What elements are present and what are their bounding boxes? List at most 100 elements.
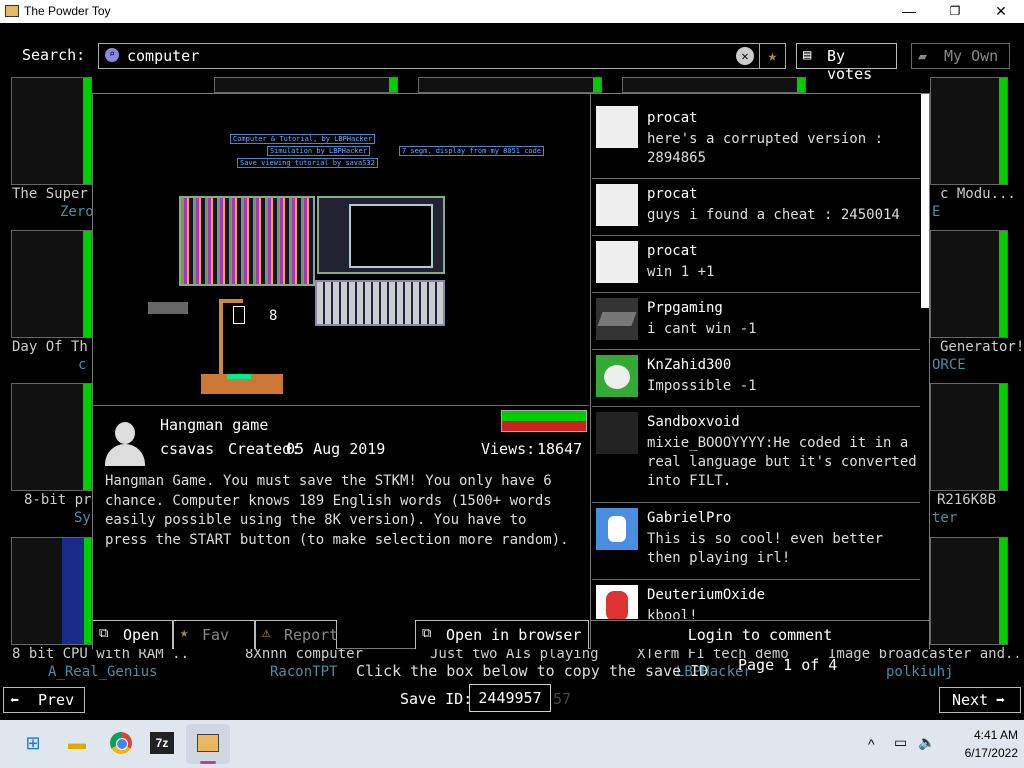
search-label: Search:	[22, 46, 86, 64]
comment-item: GabrielPro This is so cool! even better …	[592, 504, 920, 580]
preview-label: 7 segm. display from my 8051 code	[399, 146, 545, 156]
save-description: Hangman Game. You must save the STKM! Yo…	[105, 473, 569, 548]
comment-user[interactable]: procat	[647, 186, 698, 202]
save-preview-image[interactable]: Computer & Tutorial, by LBPHacker Simula…	[93, 94, 589, 406]
window-title-bar[interactable]: The Powder Toy — ❐ ✕	[0, 0, 1024, 23]
comment-user[interactable]: Sandboxvoid	[647, 414, 740, 430]
chrome-icon[interactable]	[106, 728, 136, 758]
comment-user[interactable]: GabrielPro	[647, 510, 731, 526]
arrow-right-icon: ➡	[996, 691, 1006, 709]
copy-hint: Click the box below to copy the save ID	[356, 662, 709, 680]
open-label: Open	[123, 626, 160, 644]
save-thumbnail[interactable]	[930, 537, 1008, 645]
thumbnail-title: Day Of Th	[12, 339, 88, 355]
save-thumbnail[interactable]	[930, 77, 1008, 185]
chevron-up-icon[interactable]: ^	[868, 736, 875, 752]
user-avatar	[596, 298, 638, 340]
thumbnail-author: Zero	[60, 204, 94, 220]
user-avatar	[596, 106, 638, 148]
vote-down-bar	[502, 421, 586, 431]
powder-toy-app-icon	[5, 5, 19, 17]
favourites-star-icon[interactable]: ★	[759, 44, 785, 68]
thumbnail-author: E	[932, 204, 941, 220]
user-avatar	[596, 184, 638, 226]
search-input[interactable]: ⌕ computer ✕ ★	[98, 43, 786, 69]
next-button[interactable]: Next ➡	[939, 687, 1021, 713]
save-id-box[interactable]: 2449957	[469, 684, 551, 712]
save-id-ghost: 57	[553, 690, 572, 708]
comment-text: mixie_BOOOYYYY:He coded it in a real lan…	[647, 435, 917, 489]
comment-text: here's a corrupted version : 2894865	[647, 131, 884, 166]
comment-user[interactable]: Prpgaming	[647, 300, 723, 316]
thumbnail-title: R216K8B	[937, 492, 997, 508]
clock-date[interactable]: 6/17/2022	[944, 746, 1018, 760]
powder-toy-taskbar-button[interactable]	[186, 724, 230, 764]
warning-icon: ⚠	[262, 625, 271, 641]
comment-user[interactable]: KnZahid300	[647, 357, 731, 373]
sort-label: By votes	[827, 47, 873, 83]
thumbnail-author: ORCE	[932, 357, 966, 373]
author-avatar	[105, 422, 145, 466]
save-thumbnail[interactable]	[11, 383, 92, 491]
comment-user[interactable]: procat	[647, 110, 698, 126]
network-icon[interactable]: ▭	[894, 734, 907, 751]
segment-digit: 8	[269, 308, 278, 324]
grey-block	[148, 302, 188, 314]
thumbnail-title: Generator!	[940, 339, 1024, 355]
comments-scrollbar[interactable]	[921, 94, 929, 308]
thumbnail-author: polkiuhj	[886, 664, 954, 680]
window-title: The Powder Toy	[24, 4, 111, 18]
keyboard	[315, 280, 445, 326]
file-explorer-icon[interactable]: ▬	[62, 728, 92, 758]
taskbar: ⊞ ▬ 7z ^ ▭ 🔈 4:41 AM 6/17/2022	[0, 720, 1024, 768]
save-thumbnail[interactable]	[418, 77, 602, 93]
comment-item: procat here's a corrupted version : 2894…	[592, 100, 920, 179]
fav-button[interactable]: ★ Fav	[173, 620, 255, 649]
cpu-circuit	[179, 196, 315, 286]
start-button-platform	[201, 374, 283, 394]
report-button[interactable]: ⚠ Report	[255, 620, 338, 649]
vote-up-bar	[502, 411, 586, 421]
comment-item: Sandboxvoid mixie_BOOOYYYY:He coded it i…	[592, 408, 920, 503]
comment-user[interactable]: procat	[647, 243, 698, 259]
minimize-button[interactable]: —	[886, 0, 932, 23]
save-thumbnail[interactable]	[214, 77, 398, 93]
prev-label: Prev	[38, 691, 75, 709]
comment-item: DeuteriumOxide kbool!	[592, 581, 920, 619]
open-icon: ⧉	[99, 626, 109, 641]
open-browser-icon: ⧉	[422, 626, 432, 641]
save-thumbnail[interactable]	[11, 77, 92, 185]
sort-by-votes-button[interactable]: ▤ By votes	[796, 43, 897, 83]
volume-icon[interactable]: 🔈	[918, 734, 935, 751]
user-avatar	[596, 585, 638, 619]
my-own-button[interactable]: ▰ My Own	[911, 43, 1010, 69]
save-thumbnail[interactable]	[11, 537, 92, 645]
preview-label: Computer & Tutorial, by LBPHacker	[230, 134, 376, 144]
thumbnail-title: c Modu...	[940, 186, 1016, 202]
login-to-comment-button[interactable]: Login to comment	[591, 620, 929, 649]
sort-icon: ▤	[803, 47, 812, 63]
thumbnail-author: RaconTPT	[270, 664, 338, 680]
close-button[interactable]: ✕	[978, 0, 1024, 23]
save-thumbnail[interactable]	[622, 77, 806, 93]
thumbnail-author: ter	[932, 510, 958, 526]
user-avatar	[596, 355, 638, 397]
stick-figure	[233, 306, 245, 324]
save-thumbnail[interactable]	[930, 383, 1008, 491]
save-thumbnail[interactable]	[11, 230, 92, 338]
comment-item: KnZahid300 Impossible -1	[592, 351, 920, 407]
clear-search-icon[interactable]: ✕	[736, 47, 754, 65]
clock-time[interactable]: 4:41 AM	[944, 728, 1018, 742]
comment-user[interactable]: DeuteriumOxide	[647, 587, 765, 603]
next-label: Next	[952, 691, 989, 709]
save-author[interactable]: csavas	[160, 440, 214, 458]
prev-button[interactable]: ⬅ Prev	[3, 687, 85, 713]
windows-start-icon[interactable]: ⊞	[18, 728, 48, 758]
open-button[interactable]: ⧉ Open	[93, 620, 173, 649]
comment-item: procat guys i found a cheat : 2450014	[592, 180, 920, 236]
save-thumbnail[interactable]	[930, 230, 1008, 338]
maximize-button[interactable]: ❐	[932, 0, 978, 23]
open-in-browser-button[interactable]: ⧉ Open in browser	[415, 620, 589, 649]
seven-zip-icon[interactable]: 7z	[150, 732, 174, 754]
star-icon: ★	[180, 625, 189, 641]
